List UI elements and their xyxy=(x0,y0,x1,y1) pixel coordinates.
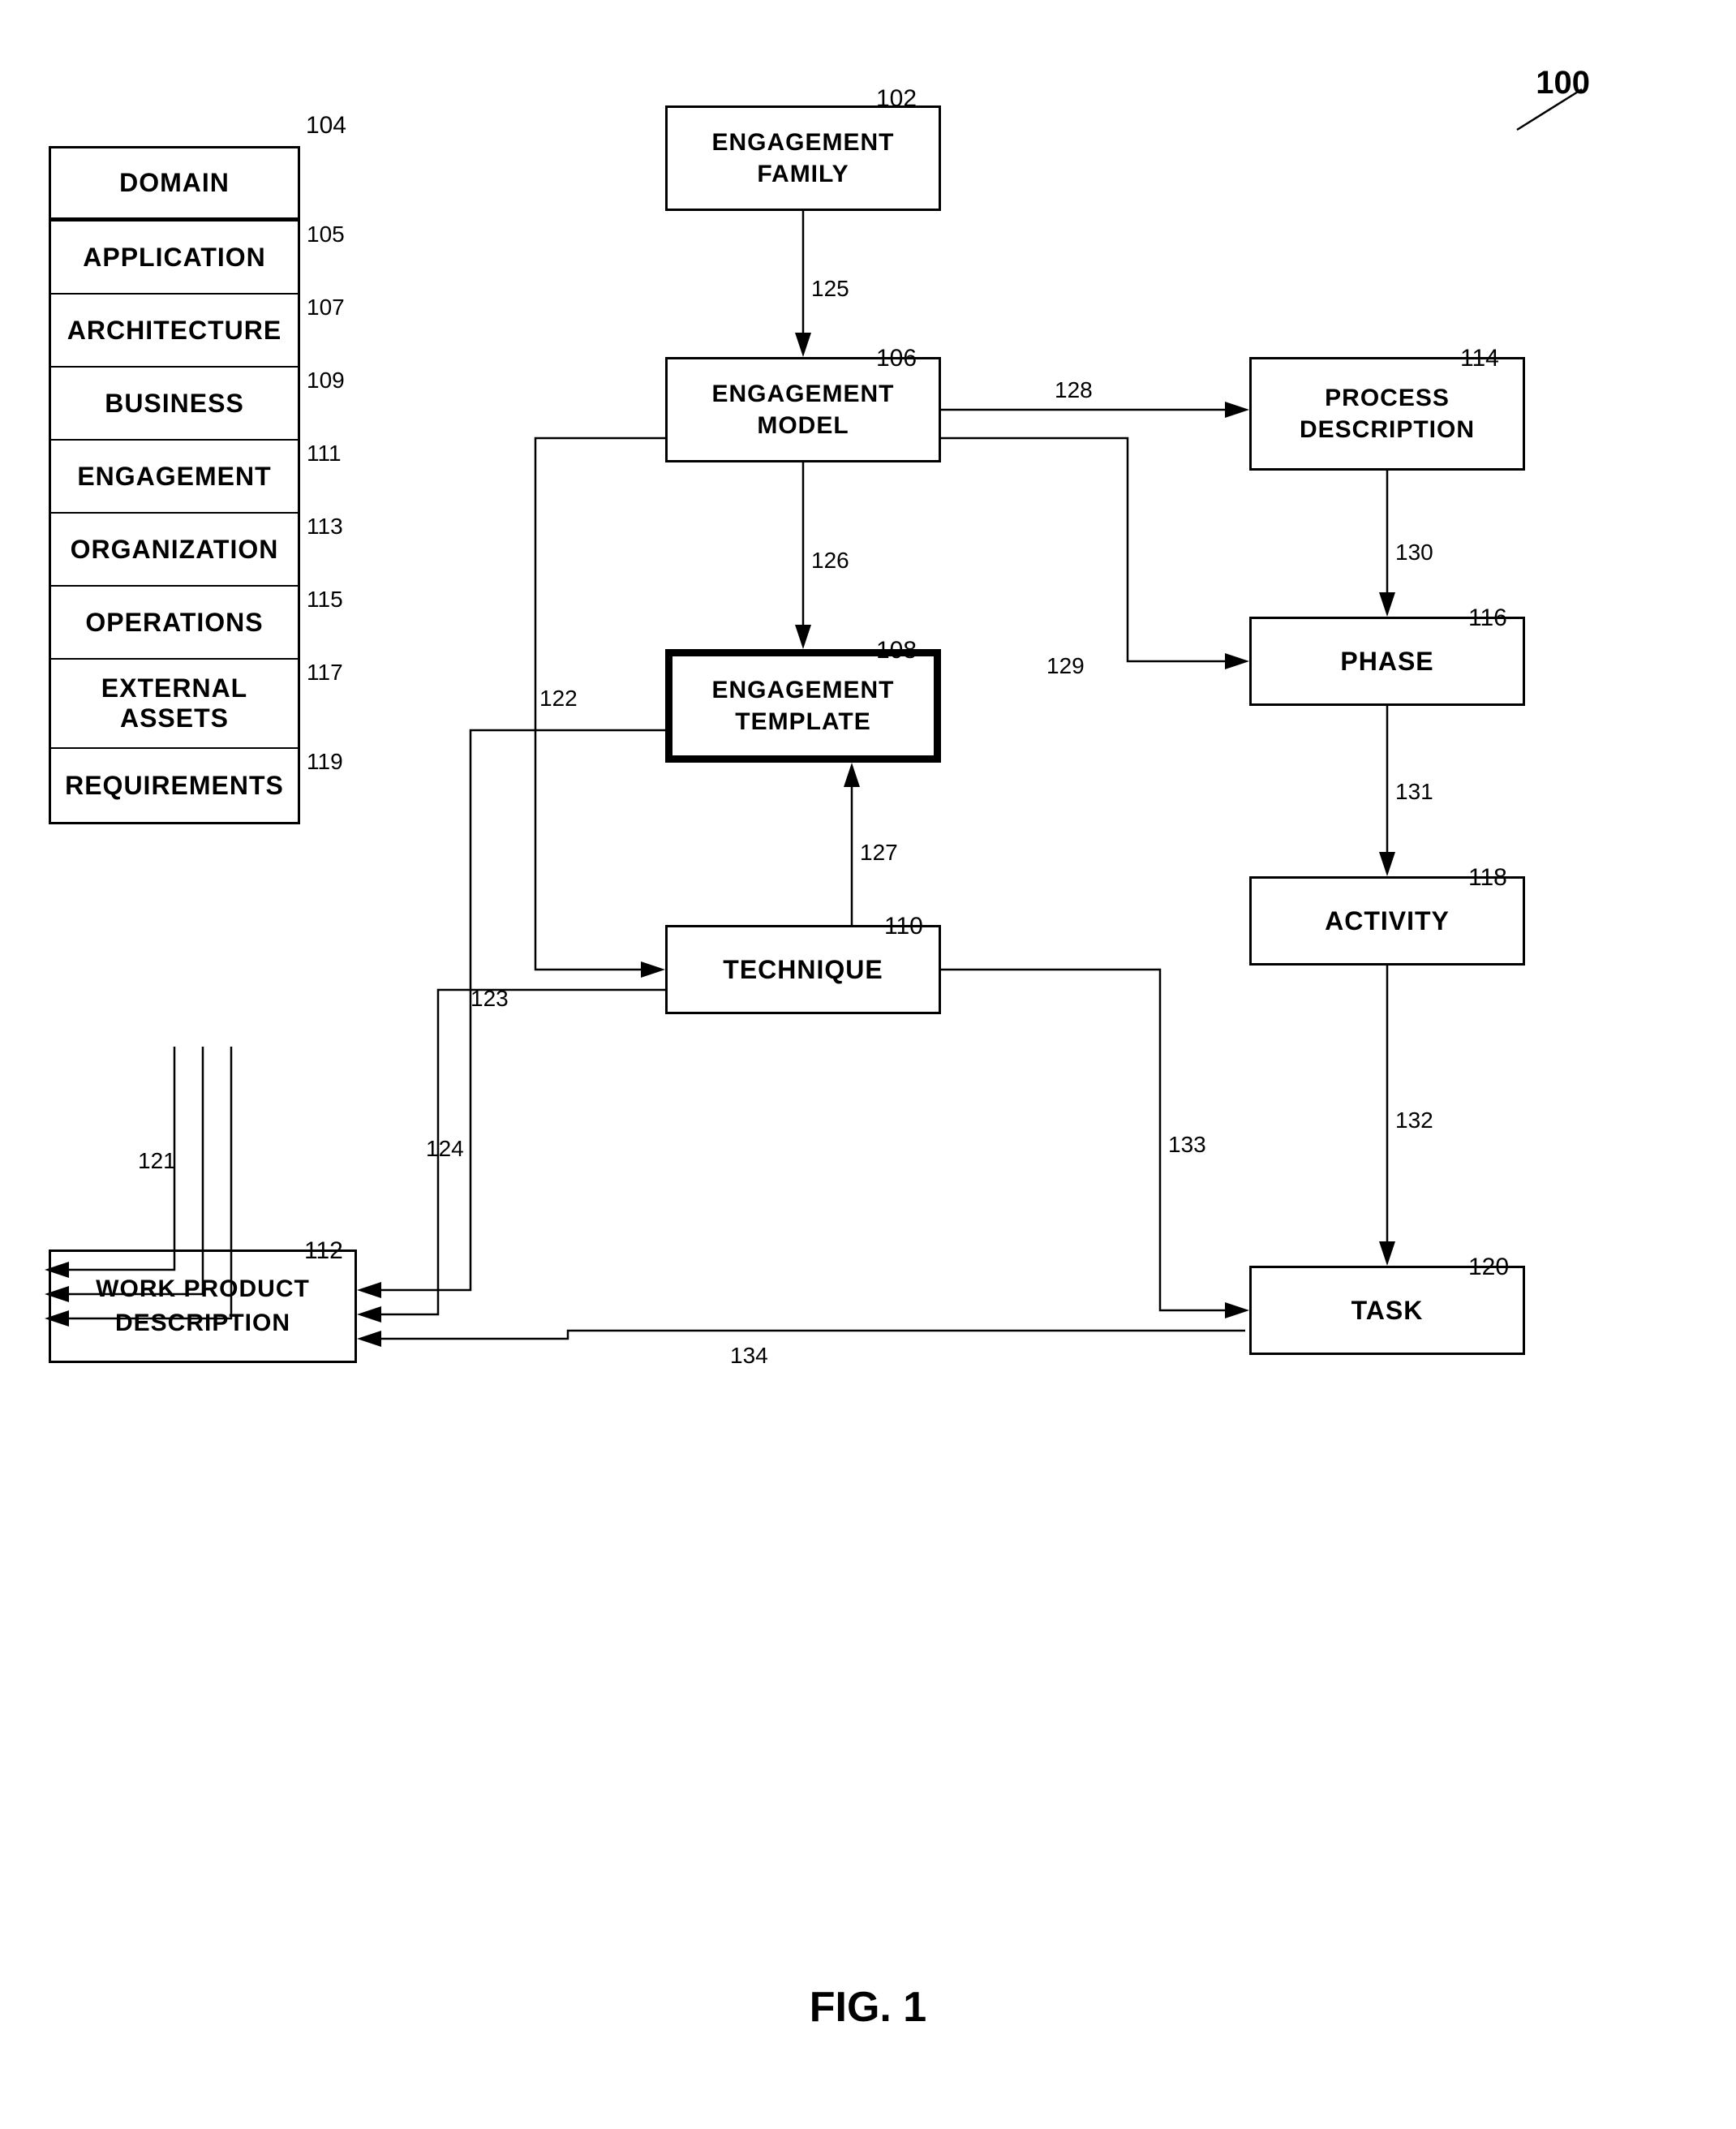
ref-106: 106 xyxy=(876,345,917,372)
category-requirements: REQUIREMENTS xyxy=(51,749,298,822)
svg-text:128: 128 xyxy=(1055,377,1093,402)
category-application: APPLICATION xyxy=(51,222,298,295)
diagram: 100 104 DOMAIN 105 APPLICATION 107 ARCHI… xyxy=(0,0,1736,2129)
ref-117: 117 xyxy=(307,660,343,686)
ref-114: 114 xyxy=(1460,345,1499,372)
svg-text:126: 126 xyxy=(811,548,849,573)
ref-108: 108 xyxy=(876,637,917,665)
category-organization: ORGANIZATION xyxy=(51,514,298,587)
category-domain: DOMAIN xyxy=(51,148,298,222)
ref-118: 118 xyxy=(1468,864,1507,892)
figure-label: FIG. 1 xyxy=(0,1983,1736,2032)
ref-110: 110 xyxy=(884,913,923,940)
svg-text:121: 121 xyxy=(138,1148,176,1173)
ref-109: 109 xyxy=(307,368,345,394)
ref-107: 107 xyxy=(307,295,345,320)
svg-text:124: 124 xyxy=(426,1136,464,1161)
ref-113: 113 xyxy=(307,514,343,540)
svg-text:122: 122 xyxy=(539,686,578,711)
svg-text:133: 133 xyxy=(1168,1132,1206,1157)
category-external-assets: EXTERNALASSETS xyxy=(51,660,298,749)
engagement-template-box: ENGAGEMENTTEMPLATE xyxy=(665,649,941,763)
svg-text:131: 131 xyxy=(1395,779,1433,804)
ref-100: 100 xyxy=(1536,65,1590,101)
engagement-family-box: ENGAGEMENTFAMILY xyxy=(665,105,941,211)
work-product-box: WORK PRODUCTDESCRIPTION xyxy=(49,1249,357,1363)
process-description-box: PROCESSDESCRIPTION xyxy=(1249,357,1525,471)
category-list-box: 104 DOMAIN 105 APPLICATION 107 ARCHITECT… xyxy=(49,146,300,824)
ref-120: 120 xyxy=(1468,1254,1509,1281)
ref-116: 116 xyxy=(1468,604,1507,632)
category-architecture: ARCHITECTURE xyxy=(51,295,298,368)
svg-text:134: 134 xyxy=(730,1343,768,1368)
category-operations: OPERATIONS xyxy=(51,587,298,660)
ref-119: 119 xyxy=(307,749,343,775)
svg-text:132: 132 xyxy=(1395,1108,1433,1133)
ref-105: 105 xyxy=(307,222,345,247)
ref-102: 102 xyxy=(876,85,917,113)
ref-115: 115 xyxy=(307,587,343,613)
svg-text:129: 129 xyxy=(1046,653,1085,678)
svg-text:127: 127 xyxy=(860,840,898,865)
ref-111: 111 xyxy=(307,441,342,467)
svg-text:125: 125 xyxy=(811,276,849,301)
svg-text:130: 130 xyxy=(1395,540,1433,565)
ref-112: 112 xyxy=(304,1237,343,1265)
category-engagement: ENGAGEMENT xyxy=(51,441,298,514)
category-business: BUSINESS xyxy=(51,368,298,441)
engagement-model-box: ENGAGEMENTMODEL xyxy=(665,357,941,462)
svg-text:123: 123 xyxy=(471,986,509,1011)
ref-104: 104 xyxy=(306,112,346,140)
category-domain-label: DOMAIN xyxy=(119,168,230,198)
